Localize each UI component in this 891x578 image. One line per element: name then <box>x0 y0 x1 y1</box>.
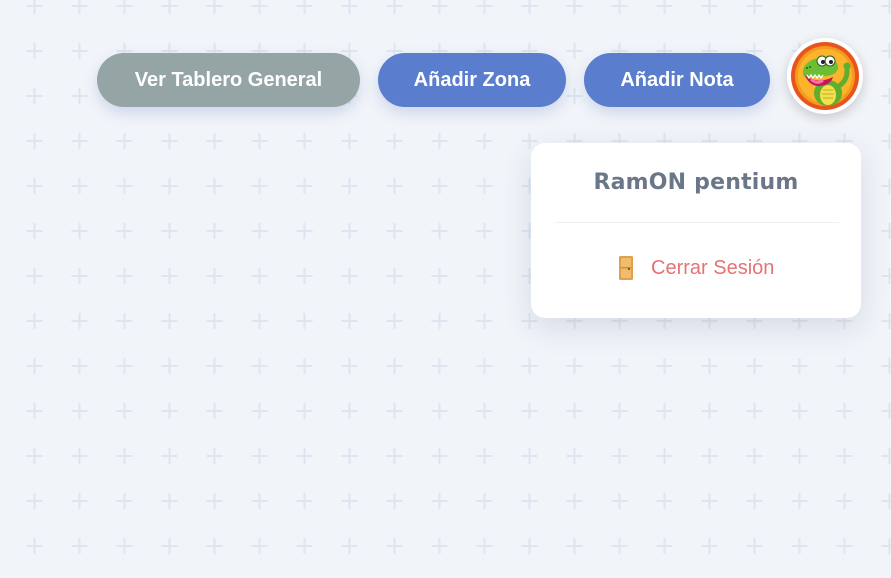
logout-menu-item[interactable]: Cerrar Sesión <box>615 251 774 285</box>
logout-label: Cerrar Sesión <box>651 256 775 279</box>
door-icon <box>615 252 637 284</box>
user-name-label: RamON pentium <box>593 170 799 195</box>
top-toolbar: Ver Tablero General Añadir Zona Añadir N… <box>0 0 891 120</box>
add-note-button[interactable]: Añadir Nota <box>584 53 770 107</box>
add-zone-button[interactable]: Añadir Zona <box>378 53 566 107</box>
user-avatar[interactable] <box>787 38 863 114</box>
menu-divider <box>555 222 839 223</box>
user-dropdown-menu: RamON pentium Cerrar Sesión <box>531 143 861 318</box>
view-general-board-button[interactable]: Ver Tablero General <box>97 53 360 107</box>
crocodile-avatar-icon <box>791 42 859 110</box>
